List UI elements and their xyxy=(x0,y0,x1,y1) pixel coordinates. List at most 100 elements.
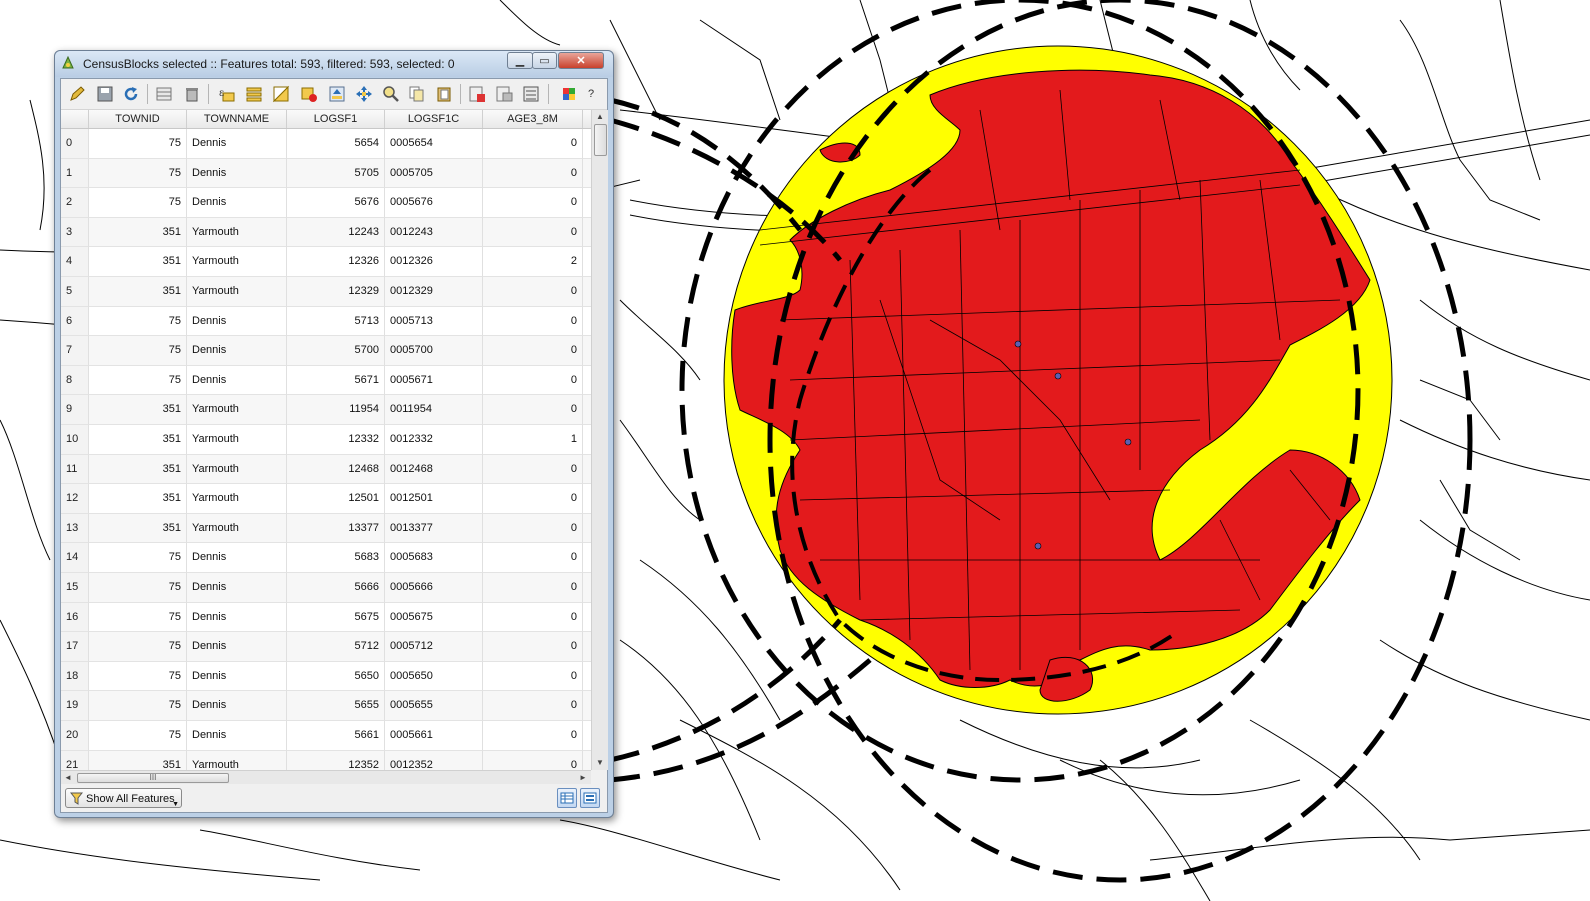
table-row[interactable]: 15 75 Dennis 5666 0005666 0 xyxy=(61,573,591,603)
cell-logsf1c[interactable]: 0005713 xyxy=(385,306,483,337)
attribute-table-window[interactable]: CensusBlocks selected :: Features total:… xyxy=(54,50,614,818)
cell-age3-8m[interactable]: 0 xyxy=(483,573,583,603)
cell-townid[interactable]: 75 xyxy=(89,365,187,396)
conditional-format-icon[interactable] xyxy=(559,84,579,104)
scroll-up-arrow[interactable]: ▲ xyxy=(596,112,604,121)
cell-age3-8m[interactable]: 0 xyxy=(483,306,583,337)
row-number[interactable]: 11 xyxy=(61,454,89,485)
table-row[interactable]: 3 351 Yarmouth 12243 0012243 0 xyxy=(61,217,591,248)
trash-icon[interactable] xyxy=(182,84,202,104)
column-header-townid[interactable]: TOWNID xyxy=(89,110,187,128)
cell-logsf1[interactable]: 12326 xyxy=(287,247,385,277)
move-selection-top-icon[interactable] xyxy=(327,84,347,104)
new-field-icon[interactable] xyxy=(467,84,487,104)
row-number[interactable]: 4 xyxy=(61,247,89,277)
zoom-to-selection-icon[interactable] xyxy=(381,84,401,104)
cell-logsf1c[interactable]: 0012501 xyxy=(385,484,483,514)
cell-logsf1c[interactable]: 0013377 xyxy=(385,513,483,544)
cell-logsf1[interactable]: 5654 xyxy=(287,129,385,159)
table-row[interactable]: 20 75 Dennis 5661 0005661 0 xyxy=(61,721,591,751)
cell-townname[interactable]: Yarmouth xyxy=(187,513,287,544)
table-row[interactable]: 19 75 Dennis 5655 0005655 0 xyxy=(61,691,591,721)
cell-townname[interactable]: Dennis xyxy=(187,543,287,573)
horizontal-scrollbar[interactable]: ◄ III ► xyxy=(61,770,591,784)
minimize-button[interactable]: ▁ xyxy=(507,52,533,69)
scroll-right-arrow[interactable]: ► xyxy=(579,773,587,782)
cell-logsf1c[interactable]: 0012326 xyxy=(385,247,483,277)
cell-townname[interactable]: Yarmouth xyxy=(187,750,287,770)
cell-logsf1[interactable]: 5712 xyxy=(287,632,385,662)
show-all-features-button[interactable]: Show All Features ▼ xyxy=(65,788,182,808)
table-row[interactable]: 6 75 Dennis 5713 0005713 0 xyxy=(61,306,591,337)
attribute-table[interactable]: TOWNID TOWNNAME LOGSF1 LOGSF1C AGE3_8M 0… xyxy=(61,110,591,770)
cell-townid[interactable]: 75 xyxy=(89,336,187,366)
cell-age3-8m[interactable]: 0 xyxy=(483,602,583,633)
table-row[interactable]: 1 75 Dennis 5705 0005705 0 xyxy=(61,158,591,189)
table-row[interactable]: 12 351 Yarmouth 12501 0012501 0 xyxy=(61,484,591,514)
row-number[interactable]: 1 xyxy=(61,158,89,189)
row-number[interactable]: 14 xyxy=(61,543,89,573)
cell-townname[interactable]: Dennis xyxy=(187,336,287,366)
cell-townid[interactable]: 351 xyxy=(89,395,187,425)
cell-age3-8m[interactable]: 0 xyxy=(483,129,583,159)
cell-age3-8m[interactable]: 0 xyxy=(483,336,583,366)
cell-logsf1c[interactable]: 0005705 xyxy=(385,158,483,189)
maximize-button[interactable]: ▭ xyxy=(532,52,557,69)
cell-townname[interactable]: Dennis xyxy=(187,306,287,337)
cell-logsf1c[interactable]: 0005700 xyxy=(385,336,483,366)
cell-logsf1c[interactable]: 0005676 xyxy=(385,188,483,218)
cell-townname[interactable]: Yarmouth xyxy=(187,277,287,307)
cell-age3-8m[interactable]: 0 xyxy=(483,395,583,425)
cell-townname[interactable]: Dennis xyxy=(187,661,287,692)
cell-logsf1[interactable]: 5650 xyxy=(287,661,385,692)
row-number[interactable]: 17 xyxy=(61,632,89,662)
cell-logsf1[interactable]: 13377 xyxy=(287,513,385,544)
cell-logsf1c[interactable]: 0005661 xyxy=(385,721,483,751)
cell-townname[interactable]: Dennis xyxy=(187,691,287,721)
help-icon[interactable]: ? xyxy=(581,84,601,104)
row-number[interactable]: 6 xyxy=(61,306,89,337)
cell-townname[interactable]: Yarmouth xyxy=(187,217,287,248)
cell-age3-8m[interactable]: 0 xyxy=(483,277,583,307)
vertical-scroll-thumb[interactable] xyxy=(594,124,607,156)
cell-townid[interactable]: 351 xyxy=(89,513,187,544)
table-row[interactable]: 13 351 Yarmouth 13377 0013377 0 xyxy=(61,513,591,544)
cell-logsf1[interactable]: 12468 xyxy=(287,454,385,485)
copy-icon[interactable] xyxy=(407,84,427,104)
row-number[interactable]: 9 xyxy=(61,395,89,425)
row-number[interactable]: 18 xyxy=(61,661,89,692)
cell-townname[interactable]: Dennis xyxy=(187,158,287,189)
cell-logsf1c[interactable]: 0005655 xyxy=(385,691,483,721)
cell-townid[interactable]: 75 xyxy=(89,129,187,159)
vertical-scrollbar[interactable]: ▲ ▼ xyxy=(591,110,608,770)
cell-age3-8m[interactable]: 0 xyxy=(483,217,583,248)
cell-townid[interactable]: 75 xyxy=(89,573,187,603)
delete-field-icon[interactable] xyxy=(494,84,514,104)
cell-logsf1[interactable]: 5700 xyxy=(287,336,385,366)
table-row[interactable]: 16 75 Dennis 5675 0005675 0 xyxy=(61,602,591,633)
cell-logsf1[interactable]: 5705 xyxy=(287,158,385,189)
cell-age3-8m[interactable]: 0 xyxy=(483,484,583,514)
row-number[interactable]: 0 xyxy=(61,129,89,159)
cell-age3-8m[interactable]: 0 xyxy=(483,188,583,218)
form-view-icon[interactable] xyxy=(580,788,600,808)
cell-age3-8m[interactable]: 0 xyxy=(483,158,583,189)
cell-age3-8m[interactable]: 0 xyxy=(483,750,583,770)
cell-logsf1c[interactable]: 0012332 xyxy=(385,425,483,455)
row-number[interactable]: 13 xyxy=(61,513,89,544)
cell-logsf1c[interactable]: 0005683 xyxy=(385,543,483,573)
cell-townname[interactable]: Dennis xyxy=(187,573,287,603)
row-number[interactable]: 12 xyxy=(61,484,89,514)
cell-age3-8m[interactable]: 0 xyxy=(483,691,583,721)
cell-logsf1c[interactable]: 0011954 xyxy=(385,395,483,425)
column-header-logsf1c[interactable]: LOGSF1C xyxy=(385,110,483,128)
column-header-logsf1[interactable]: LOGSF1 xyxy=(287,110,385,128)
row-number[interactable]: 3 xyxy=(61,217,89,248)
cell-townid[interactable]: 351 xyxy=(89,750,187,770)
table-view-icon[interactable] xyxy=(557,788,577,808)
cell-logsf1[interactable]: 5683 xyxy=(287,543,385,573)
cell-townid[interactable]: 75 xyxy=(89,721,187,751)
table-row[interactable]: 21 351 Yarmouth 12352 0012352 0 xyxy=(61,750,591,770)
cell-townid[interactable]: 75 xyxy=(89,188,187,218)
table-row[interactable]: 5 351 Yarmouth 12329 0012329 0 xyxy=(61,277,591,307)
